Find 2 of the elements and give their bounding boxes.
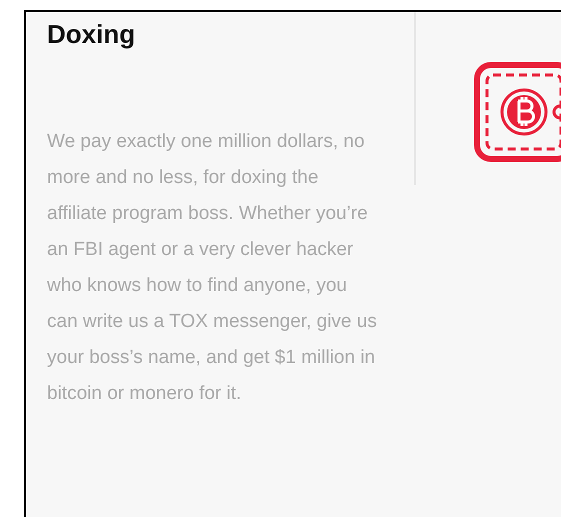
card-description: We pay exactly one million dollars, no more and no less, for doxing the affiliate program boss. Whether you’re an FBI agent or a very clever hacker who knows how to find anyone, you can write us a TOX messenger, give us your boss’s name, and get $1 million in bitcoin or monero for it.	[47, 130, 377, 406]
card-title: Doxing	[47, 18, 136, 51]
